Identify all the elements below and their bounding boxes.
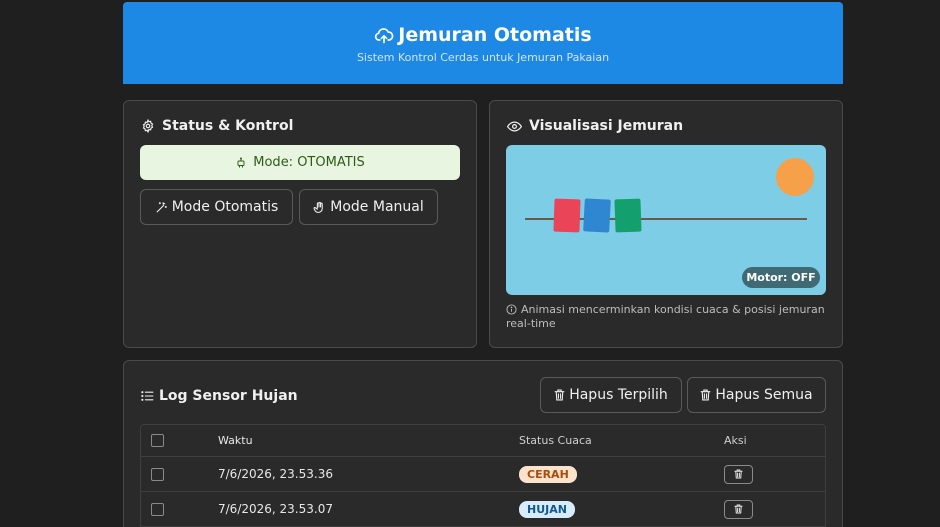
status-card-title-row: Status & Kontrol xyxy=(141,118,293,134)
robot-icon xyxy=(235,157,247,169)
cloth-red xyxy=(553,198,581,233)
row-delete-button[interactable] xyxy=(724,499,753,519)
log-title: Log Sensor Hujan xyxy=(159,388,298,404)
row-checkbox[interactable] xyxy=(151,467,164,481)
row-action-cell xyxy=(724,492,753,526)
list-icon xyxy=(141,390,154,402)
row-status-cell: CERAH xyxy=(519,457,577,491)
row-action-cell xyxy=(724,457,753,491)
row-select-cell xyxy=(151,457,164,491)
row-time: 7/6/2026, 23.53.07 xyxy=(218,502,333,516)
trash-icon xyxy=(734,469,743,479)
select-all-cell xyxy=(151,425,164,456)
row-time: 7/6/2026, 23.53.36 xyxy=(218,467,333,481)
eye-icon xyxy=(507,120,522,133)
rain-log-card: Log Sensor Hujan Hapus Terpilih Hapus Se… xyxy=(123,360,843,527)
status-card-title: Status & Kontrol xyxy=(162,118,294,134)
mode-manual-button[interactable]: Mode Manual xyxy=(299,189,438,225)
app-header: Jemuran Otomatis Sistem Kontrol Cerdas u… xyxy=(123,2,843,84)
delete-selected-button[interactable]: Hapus Terpilih xyxy=(540,377,682,413)
visualization-card-title: Visualisasi Jemuran xyxy=(529,118,684,134)
visualization-card: Visualisasi Jemuran Motor: OFF Animasi m… xyxy=(489,100,843,348)
mode-auto-label: Mode Otomatis xyxy=(171,199,279,215)
select-all-checkbox[interactable] xyxy=(151,434,164,447)
visualization-card-title-row: Visualisasi Jemuran xyxy=(507,118,683,134)
app-title: Jemuran Otomatis xyxy=(398,24,592,46)
visualization-note-text: Animasi mencerminkan kondisi cuaca & pos… xyxy=(506,303,825,330)
table-row: 7/6/2026, 23.53.36 CERAH xyxy=(141,457,825,492)
row-delete-button[interactable] xyxy=(724,464,753,484)
clothesline-scene: Motor: OFF xyxy=(506,145,826,295)
cloud-upload-icon xyxy=(374,26,394,44)
column-header-status: Status Cuaca xyxy=(519,434,592,447)
info-icon xyxy=(506,304,517,315)
row-select-cell xyxy=(151,492,164,526)
mode-status-label: Mode: OTOMATIS xyxy=(253,155,365,170)
column-header-time: Waktu xyxy=(218,434,253,447)
rain-log-table: Waktu Status Cuaca Aksi 7/6/2026, 23.53.… xyxy=(140,424,826,527)
sun-icon xyxy=(776,158,814,196)
mode-auto-button[interactable]: Mode Otomatis xyxy=(140,189,293,225)
status-badge: HUJAN xyxy=(519,500,575,518)
row-status-cell: HUJAN xyxy=(519,492,575,526)
trash-icon xyxy=(700,389,711,401)
cloth-blue xyxy=(583,198,611,233)
status-control-card: Status & Kontrol Mode: OTOMATIS Mode Oto… xyxy=(123,100,477,348)
trash-icon xyxy=(554,389,565,401)
visualization-note: Animasi mencerminkan kondisi cuaca & pos… xyxy=(506,303,826,331)
gear-icon xyxy=(141,119,155,133)
delete-all-button[interactable]: Hapus Semua xyxy=(687,377,826,413)
mode-manual-label: Mode Manual xyxy=(330,199,424,215)
log-title-row: Log Sensor Hujan xyxy=(141,388,298,404)
cloth-green xyxy=(614,198,642,233)
table-row: 7/6/2026, 23.53.07 HUJAN xyxy=(141,492,825,527)
row-checkbox[interactable] xyxy=(151,502,164,516)
hand-icon xyxy=(313,201,326,214)
table-header-row: Waktu Status Cuaca Aksi xyxy=(141,425,825,457)
app-subtitle: Sistem Kontrol Cerdas untuk Jemuran Paka… xyxy=(356,51,610,64)
delete-selected-label: Hapus Terpilih xyxy=(569,387,668,403)
column-header-action: Aksi xyxy=(724,434,747,447)
trash-icon xyxy=(734,504,743,514)
app-title-row: Jemuran Otomatis xyxy=(123,24,843,46)
mode-status-banner: Mode: OTOMATIS xyxy=(140,145,460,180)
magic-wand-icon xyxy=(155,201,168,214)
status-badge: CERAH xyxy=(519,465,577,483)
motor-status-badge: Motor: OFF xyxy=(742,267,820,288)
delete-all-label: Hapus Semua xyxy=(715,387,813,403)
